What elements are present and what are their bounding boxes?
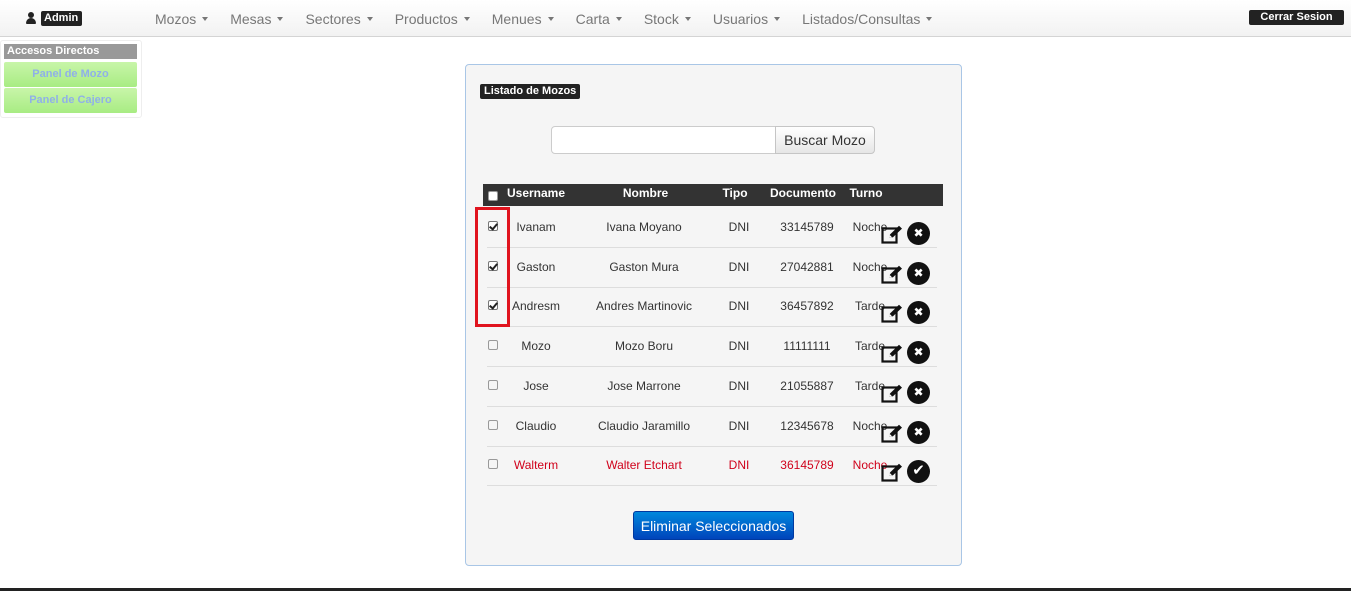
edit-icon[interactable]	[881, 344, 903, 364]
caret-down-icon	[774, 16, 781, 21]
caret-down-icon	[926, 16, 933, 21]
cell-username: Claudio	[515, 418, 557, 433]
cell-documento: 33145789	[780, 220, 834, 234]
cell-documento: 21055887	[780, 378, 834, 393]
menu-label: Listados/Consultas	[802, 10, 921, 27]
shortcuts-box: Accesos Directos Panel de Mozo Panel de …	[0, 40, 142, 118]
column-header: Turno	[849, 186, 883, 200]
menu-carta[interactable]: Carta	[565, 0, 633, 37]
column-header: Documento	[770, 186, 836, 200]
menu-mozos[interactable]: Mozos	[144, 0, 219, 37]
menu-mesas[interactable]: Mesas	[219, 0, 294, 37]
panel-title: Listado de Mozos	[480, 84, 581, 99]
cell-tipo: DNI	[728, 418, 750, 433]
table-row: Jose Jose Marrone DNI 21055887 Tarde ✖	[487, 367, 937, 407]
delete-selected-button[interactable]: Eliminar Seleccionados	[633, 511, 794, 540]
cell-nombre: Gaston Mura	[609, 259, 679, 274]
user-icon	[25, 11, 37, 25]
column-header: Nombre	[622, 186, 669, 200]
table-row: Walterm Walter Etchart DNI 36145789 Noche ✔	[487, 446, 937, 487]
caret-down-icon	[615, 16, 622, 21]
delete-icon[interactable]: ✖	[907, 261, 930, 285]
table-row: Gaston Gaston Mura DNI 27042881 Noche ✖	[487, 248, 937, 288]
cell-nombre: Claudio Jaramillo	[597, 418, 691, 433]
user-menu[interactable]: Admin	[25, 10, 83, 26]
mozos-panel: Listado de Mozos Buscar Mozo Username No…	[465, 64, 962, 566]
panel-cajero-button[interactable]: Panel de Cajero	[4, 88, 137, 113]
table-row: Andresm Andres Martinovic DNI 36457892 Tarde…	[487, 287, 937, 328]
search-button[interactable]: Buscar Mozo	[775, 126, 875, 154]
cell-username: Jose	[523, 378, 549, 393]
cell-nombre: Mozo Boru	[614, 339, 674, 354]
delete-icon[interactable]: ✖	[907, 420, 930, 444]
panel-mozo-button[interactable]: Panel de Mozo	[4, 62, 137, 87]
cell-nombre: Andres Martinovic	[595, 299, 693, 314]
cell-documento: 36457892	[780, 299, 834, 314]
cell-username: Mozo	[521, 339, 551, 354]
menu-sectores[interactable]: Sectores	[294, 0, 383, 37]
table-row: Ivanam Ivana Moyano DNI 33145789 Noche ✖	[487, 208, 937, 248]
menu-usuarios[interactable]: Usuarios	[702, 0, 791, 37]
menu-label: Carta	[575, 10, 610, 27]
cell-documento: 36145789	[780, 458, 834, 473]
delete-icon[interactable]: ✖	[907, 222, 930, 245]
menu-label: Sectores	[305, 10, 361, 27]
cell-documento: 12345678	[780, 418, 834, 433]
caret-down-icon	[202, 16, 209, 21]
table-row: Claudio Claudio Jaramillo DNI 12345678 Noche…	[487, 407, 937, 447]
menu-label: Mozos	[155, 10, 197, 27]
cell-nombre: Ivana Moyano	[606, 220, 682, 234]
menu-productos[interactable]: Productos	[384, 0, 481, 37]
table-header: Username Nombre Tipo Documento Turno	[483, 184, 943, 206]
cell-tipo: DNI	[728, 458, 750, 473]
delete-icon[interactable]: ✖	[907, 341, 930, 365]
main-menu: Mozos Mesas Sectores Productos Menues Ca…	[144, 0, 943, 37]
cell-nombre: Jose Marrone	[607, 378, 681, 393]
logout-button[interactable]: Cerrar Sesion	[1249, 10, 1344, 25]
search-input[interactable]	[551, 126, 776, 154]
edit-icon[interactable]	[881, 424, 903, 444]
caret-down-icon	[463, 16, 470, 21]
cell-documento: 27042881	[780, 259, 834, 274]
caret-down-icon	[366, 16, 373, 21]
shortcuts-title: Accesos Directos	[4, 44, 137, 59]
select-all-checkbox[interactable]	[488, 191, 498, 201]
cell-tipo: DNI	[728, 299, 750, 314]
user-name: Admin	[41, 10, 83, 26]
menu-label: Mesas	[230, 10, 272, 27]
edit-icon[interactable]	[881, 384, 903, 404]
cell-tipo: DNI	[728, 259, 750, 274]
cell-tipo: DNI	[728, 220, 750, 234]
cell-tipo: DNI	[728, 339, 750, 354]
menu-label: Productos	[394, 10, 458, 27]
menu-label: Menues	[491, 10, 542, 27]
delete-icon[interactable]: ✖	[907, 301, 930, 325]
menu-label: Usuarios	[712, 10, 769, 27]
activate-icon[interactable]: ✔	[907, 460, 930, 484]
caret-down-icon	[277, 16, 284, 21]
delete-icon[interactable]: ✖	[907, 380, 930, 404]
cell-nombre: Walter Etchart	[606, 458, 682, 473]
selection-highlight	[475, 207, 510, 327]
top-navbar: Admin Mozos Mesas Sectores Productos Men…	[0, 0, 1351, 37]
menu-listados[interactable]: Listados/Consultas	[791, 0, 943, 37]
edit-icon[interactable]	[881, 265, 903, 285]
column-header: Username	[506, 186, 566, 200]
edit-icon[interactable]	[881, 304, 903, 324]
cell-username: Walterm	[513, 458, 559, 473]
edit-icon[interactable]	[881, 463, 903, 483]
menu-label: Stock	[643, 10, 679, 27]
menu-menues[interactable]: Menues	[481, 0, 565, 37]
table-row: Mozo Mozo Boru DNI 11111111 Tarde ✖	[487, 327, 937, 368]
column-header: Tipo	[722, 186, 748, 200]
edit-icon[interactable]	[881, 225, 903, 245]
cell-documento: 11111111	[783, 339, 831, 354]
caret-down-icon	[684, 16, 691, 21]
cell-tipo: DNI	[728, 378, 750, 393]
menu-stock[interactable]: Stock	[633, 0, 702, 37]
caret-down-icon	[547, 16, 554, 21]
